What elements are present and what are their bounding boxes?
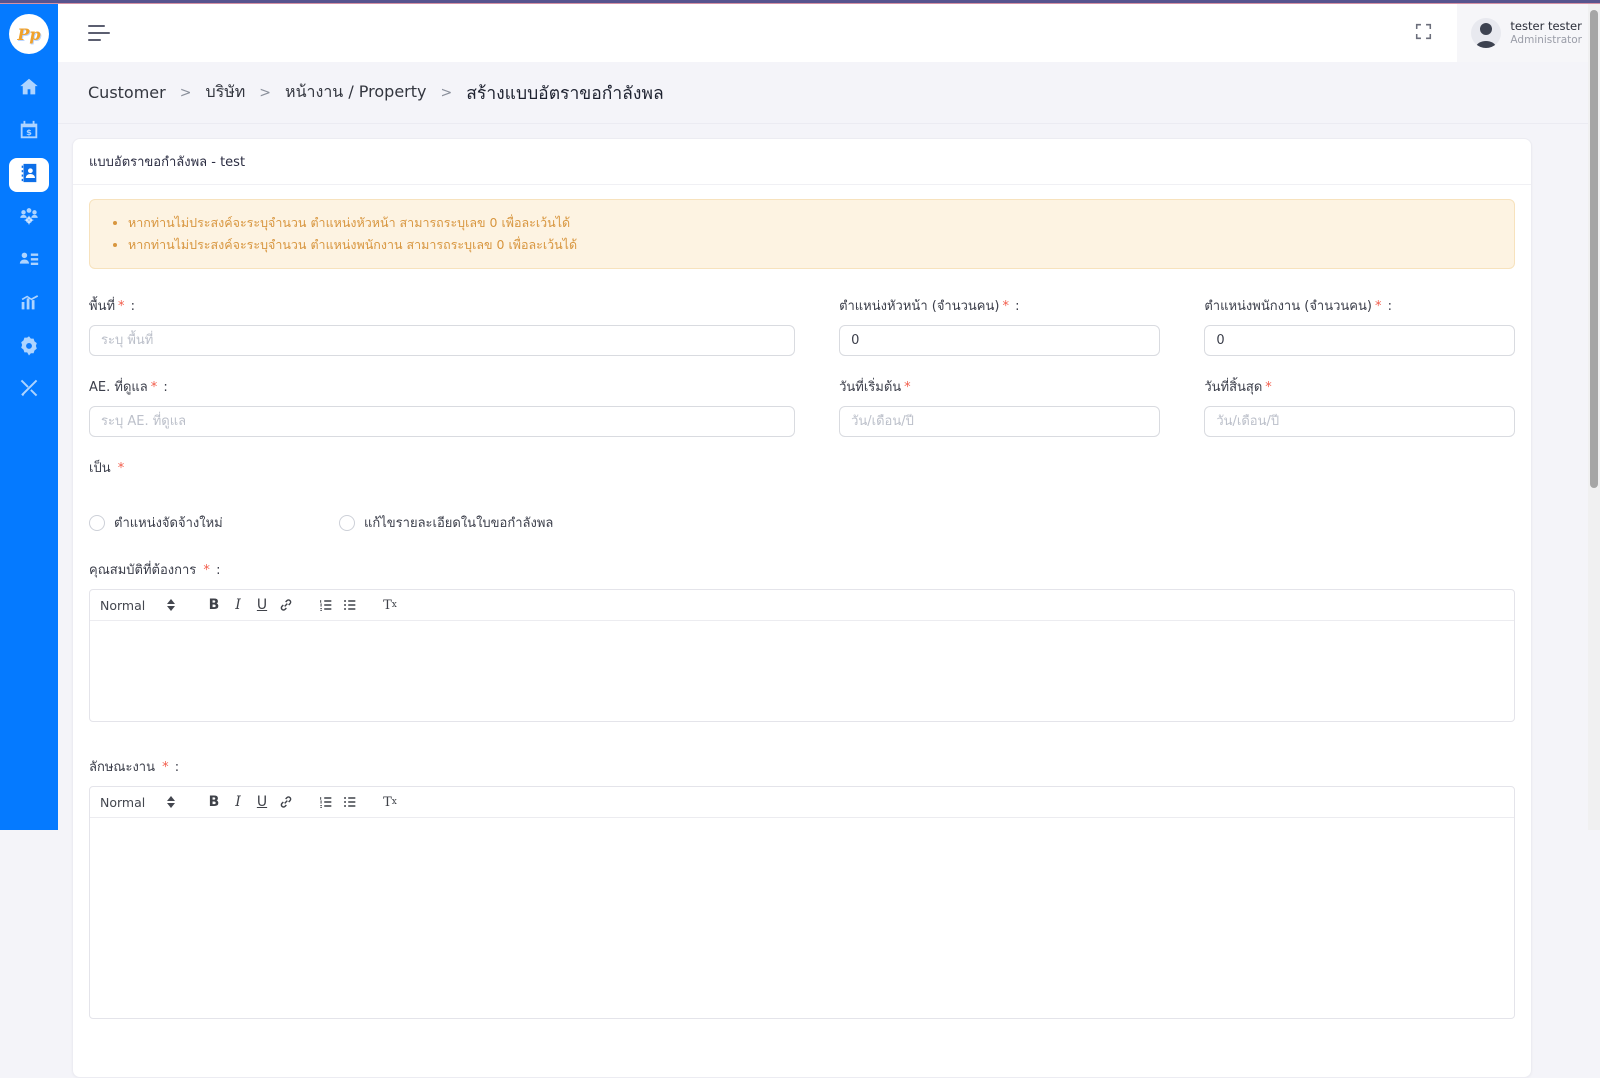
picker-caret-icon	[167, 599, 176, 611]
end-date-input[interactable]	[1204, 406, 1515, 437]
card-title: แบบอัตราขอกำลังพล - test	[89, 155, 246, 170]
head-count-label: ตำแหน่งหัวหน้า (จำนวนคน) * :	[839, 299, 1020, 314]
chevron-right-icon: >	[440, 84, 453, 101]
sidebar-item-customer-contacts[interactable]	[9, 158, 49, 192]
svg-text:$: $	[26, 127, 32, 137]
field-end-date: วันที่สิ้นสุด *	[1204, 376, 1515, 437]
area-label: พื้นที่ * :	[89, 299, 136, 314]
bullet-list-button[interactable]	[338, 593, 362, 617]
breadcrumb-customer[interactable]: Customer	[88, 83, 166, 102]
underline-button[interactable]: U	[250, 593, 274, 617]
user-name: tester tester	[1510, 19, 1582, 34]
qualification-editor-content[interactable]	[90, 621, 1514, 721]
form-card: แบบอัตราขอกำลังพล - test หากท่านไม่ประสง…	[72, 138, 1532, 1078]
app-logo[interactable]: Pp	[9, 14, 49, 54]
breadcrumb: Customer > บริษัท > หน้างาน / Property >…	[58, 62, 1588, 124]
sidebar-item-reports-chart[interactable]	[9, 287, 49, 321]
italic-button[interactable]: I	[226, 790, 250, 814]
field-head-count: ตำแหน่งหัวหน้า (จำนวนคน) * :	[839, 295, 1161, 356]
format-picker[interactable]: Normal	[100, 598, 186, 613]
radio-circle-icon	[89, 514, 105, 531]
field-staff-count: ตำแหน่งพนักงาน (จำนวนคน) * :	[1204, 295, 1515, 356]
home-icon	[18, 76, 40, 102]
sidebar-item-finance-calendar[interactable]: $	[9, 115, 49, 149]
menu-toggle-icon[interactable]	[88, 25, 112, 41]
sidebar-item-tools[interactable]	[9, 373, 49, 407]
sidebar-item-personnel-list[interactable]	[9, 244, 49, 278]
scrollbar-thumb[interactable]	[1590, 10, 1598, 488]
italic-button[interactable]: I	[226, 593, 250, 617]
editor-toolbar: Normal B I U T x	[90, 787, 1514, 818]
editor-toolbar: Normal B I U T x	[90, 590, 1514, 621]
vertical-scrollbar	[1588, 4, 1600, 830]
end-date-label: วันที่สิ้นสุด *	[1204, 380, 1272, 395]
job-description-editor-content[interactable]	[90, 818, 1514, 1018]
radio-edit-details[interactable]: แก้ไขรายละเอียดในใบขอกำลังพล	[339, 512, 553, 533]
card-header: แบบอัตราขอกำลังพล - test	[73, 139, 1531, 185]
field-ae: AE. ที่ดูแล * :	[89, 376, 796, 437]
contact-book-icon	[18, 162, 40, 188]
field-area: พื้นที่ * :	[89, 295, 796, 356]
user-menu[interactable]: tester tester Administrator	[1457, 4, 1600, 62]
job-description-editor: Normal B I U T x	[89, 786, 1515, 1019]
team-gear-icon	[18, 205, 40, 231]
format-picker[interactable]: Normal	[100, 795, 186, 810]
job-description-label: ลักษณะงาน * :	[89, 760, 180, 775]
underline-button[interactable]: U	[250, 790, 274, 814]
staff-count-label: ตำแหน่งพนักงาน (จำนวนคน) * :	[1204, 299, 1392, 314]
tools-icon	[18, 377, 40, 403]
start-date-input[interactable]	[839, 406, 1161, 437]
gear-icon	[18, 334, 40, 360]
bar-chart-icon	[18, 291, 40, 317]
breadcrumb-current-page: สร้างแบบอัตราขอกำลังพล	[466, 83, 664, 104]
ordered-list-button[interactable]	[314, 790, 338, 814]
area-input[interactable]	[89, 325, 796, 356]
radio-circle-icon	[339, 514, 355, 531]
main-content: แบบอัตราขอกำลังพล - test หากท่านไม่ประสง…	[58, 124, 1588, 1078]
bullet-list-button[interactable]	[338, 790, 362, 814]
info-alert: หากท่านไม่ประสงค์จะระบุจำนวน ตำแหน่งหัวห…	[89, 199, 1515, 269]
chevron-right-icon: >	[259, 84, 272, 101]
radio-new-position[interactable]: ตำแหน่งจัดจ้างใหม่	[89, 512, 339, 533]
bold-button[interactable]: B	[202, 593, 226, 617]
staff-count-input[interactable]	[1204, 325, 1515, 356]
alert-line-2: หากท่านไม่ประสงค์จะระบุจำนวน ตำแหน่งพนัก…	[128, 234, 1498, 256]
link-button[interactable]	[274, 593, 298, 617]
breadcrumb-property[interactable]: หน้างาน / Property	[285, 80, 426, 105]
top-header: tester tester Administrator	[58, 4, 1600, 62]
sidebar-item-settings[interactable]	[9, 330, 49, 364]
breadcrumb-company[interactable]: บริษัท	[205, 80, 245, 105]
person-list-icon	[18, 248, 40, 274]
ae-input[interactable]	[89, 406, 796, 437]
type-label: เป็น *	[89, 461, 125, 476]
ae-label: AE. ที่ดูแล * :	[89, 380, 168, 395]
qualification-editor: Normal B I U T x	[89, 589, 1515, 722]
link-button[interactable]	[274, 790, 298, 814]
user-avatar	[1471, 18, 1502, 48]
bold-button[interactable]: B	[202, 790, 226, 814]
chevron-right-icon: >	[179, 84, 192, 101]
calendar-dollar-icon: $	[18, 119, 40, 145]
user-role: Administrator	[1510, 33, 1582, 46]
picker-caret-icon	[167, 796, 176, 808]
clear-format-button[interactable]: Tx	[378, 593, 402, 617]
sidebar-item-home[interactable]	[9, 72, 49, 106]
field-start-date: วันที่เริ่มต้น *	[839, 376, 1161, 437]
clear-format-button[interactable]: Tx	[378, 790, 402, 814]
head-count-input[interactable]	[839, 325, 1161, 356]
start-date-label: วันที่เริ่มต้น *	[839, 380, 911, 395]
qualification-label: คุณสมบัติที่ต้องการ * :	[89, 563, 221, 578]
window-top-border	[0, 0, 1600, 4]
ordered-list-button[interactable]	[314, 593, 338, 617]
alert-line-1: หากท่านไม่ประสงค์จะระบุจำนวน ตำแหน่งหัวห…	[128, 212, 1498, 234]
sidebar: Pp $	[0, 4, 58, 830]
fullscreen-icon	[1415, 23, 1432, 44]
sidebar-item-team-management[interactable]	[9, 201, 49, 235]
type-radio-group: ตำแหน่งจัดจ้างใหม่ แก้ไขรายละเอียดในใบขอ…	[89, 512, 1515, 533]
fullscreen-button[interactable]	[1403, 13, 1443, 53]
